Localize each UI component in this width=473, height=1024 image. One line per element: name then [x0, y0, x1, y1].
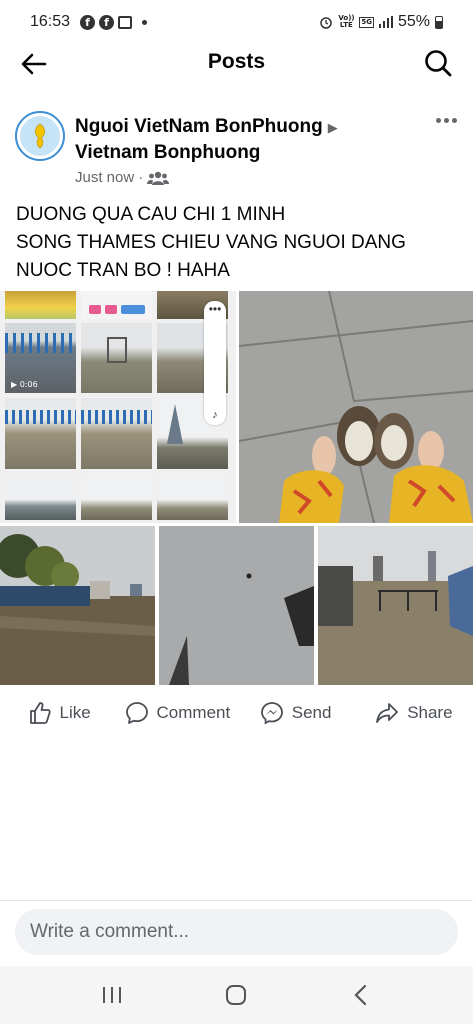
status-time: 16:53 — [30, 13, 71, 30]
comment-button[interactable]: Comment — [118, 701, 236, 725]
thumbnail — [157, 474, 228, 520]
post-header: Nguoi VietNam BonPhuong ▶ Vietnam Bonphuo… — [0, 100, 473, 192]
facebook-icon: f — [80, 14, 96, 30]
app-header: Posts — [0, 44, 473, 82]
fast-scroll-handle: ••• ♪ — [204, 301, 226, 425]
comment-input[interactable]: Write a comment... — [15, 909, 458, 955]
music-note-icon: ♪ — [212, 409, 218, 421]
post-text: DUONG QUA CAU CHI 1 MINH SONG THAMES CHI… — [16, 201, 461, 285]
recent-apps-button[interactable] — [92, 975, 132, 1015]
more-dot-icon — [435, 117, 441, 123]
send-button[interactable]: Send — [237, 701, 355, 725]
home-button[interactable] — [216, 975, 256, 1015]
page-title: Posts — [207, 50, 266, 73]
messenger-icon — [260, 702, 283, 725]
battery-percent: 55% — [397, 13, 430, 30]
chevron-left-icon — [354, 984, 366, 1006]
group-name[interactable]: Vietnam Bonphuong — [75, 142, 260, 163]
share-button[interactable]: Share — [355, 701, 473, 725]
author-name[interactable]: Nguoi VietNam BonPhuong — [75, 116, 323, 137]
search-button[interactable] — [421, 46, 455, 80]
share-arrow-icon — [376, 703, 399, 723]
comment-placeholder: Write a comment... — [30, 921, 190, 942]
avatar-logo — [20, 116, 60, 156]
send-label: Send — [291, 703, 332, 722]
system-back-button[interactable] — [341, 975, 381, 1015]
post-text-line: NUOC TRAN BO ! HAHA — [16, 260, 230, 281]
post-text-line: DUONG QUA CAU CHI 1 MINH — [16, 204, 286, 225]
like-label: Like — [59, 703, 91, 722]
group-avatar[interactable] — [15, 111, 65, 161]
dot-icon — [142, 19, 148, 25]
home-icon — [226, 985, 247, 1005]
post-actions: Like Comment Send Share — [0, 692, 473, 734]
post-photo-shoes[interactable] — [239, 291, 473, 523]
recent-apps-icon — [103, 987, 122, 1003]
share-label: Share — [407, 703, 453, 722]
group-audience-icon — [147, 171, 170, 185]
battery-icon — [435, 15, 443, 29]
post-text-line: SONG THAMES CHIEU VANG NGUOI DANG — [16, 232, 406, 253]
network-label: 5G — [359, 16, 374, 28]
more-dot-icon — [443, 117, 449, 123]
post-photo-sky[interactable] — [159, 526, 314, 685]
system-navigation-bar — [0, 966, 473, 1024]
volte-label: Vo)) LTE — [338, 14, 355, 29]
thumbnail — [5, 291, 76, 319]
post-author[interactable]: Nguoi VietNam BonPhuong ▶ Vietnam Bonphuo… — [75, 114, 405, 165]
post-photo-flooded-walkway[interactable] — [318, 526, 473, 685]
thumbnail — [81, 398, 152, 469]
search-icon — [425, 50, 452, 77]
photo-grid: ▶ 0:06 ••• ♪ — [0, 291, 473, 685]
thumbnail — [81, 323, 152, 393]
signal-icon — [378, 16, 393, 28]
like-button[interactable]: Like — [0, 701, 118, 725]
thumbnail — [81, 474, 152, 520]
more-dots-icon: ••• — [208, 302, 222, 316]
status-bar: 16:53 f f Vo)) LTE 5G 55% — [0, 0, 473, 44]
post-photo-riverside[interactable] — [0, 526, 155, 685]
thumbs-up-icon — [29, 702, 51, 724]
post-time[interactable]: Just now — [75, 169, 134, 186]
video-thumbnail: ▶ 0:06 — [5, 323, 76, 393]
comment-bubble-icon — [125, 702, 148, 724]
thumbnail — [5, 474, 76, 520]
facebook-icon: f — [99, 14, 115, 30]
meta-separator: · — [138, 169, 144, 186]
more-dot-icon — [451, 117, 457, 123]
alarm-icon — [320, 17, 333, 29]
post-photo-gallery-screenshot[interactable]: ▶ 0:06 ••• ♪ — [0, 291, 236, 523]
video-duration: ▶ 0:06 — [11, 380, 38, 389]
more-options-button[interactable] — [431, 110, 461, 130]
comment-label: Comment — [156, 703, 231, 722]
triangle-right-icon: ▶ — [327, 120, 338, 135]
post-meta: Just now · — [75, 169, 170, 186]
gallery-icon — [118, 15, 133, 29]
comment-composer: Write a comment... — [0, 900, 473, 962]
thumbnail — [5, 398, 76, 469]
thumbnail — [81, 291, 152, 319]
